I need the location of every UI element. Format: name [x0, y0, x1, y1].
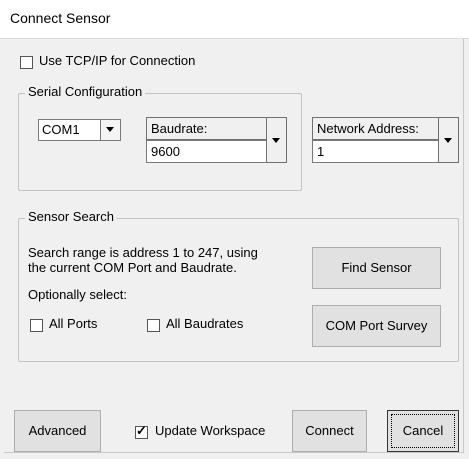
- network-address-header: Network Address:: [312, 117, 439, 140]
- sensor-search-title: Sensor Search: [25, 209, 117, 224]
- com-port-dropdown-button[interactable]: [100, 120, 120, 140]
- update-workspace-label[interactable]: Update Workspace: [155, 423, 265, 438]
- network-address-field[interactable]: 1: [312, 140, 439, 163]
- check-icon: ✓: [136, 423, 147, 438]
- search-description-line2: the current COM Port and Baudrate.: [28, 260, 237, 275]
- tcp-label[interactable]: Use TCP/IP for Connection: [39, 53, 195, 68]
- update-workspace-checkbox[interactable]: ✓: [135, 423, 148, 439]
- baudrate-header-label: Baudrate:: [151, 121, 208, 136]
- baudrate-value: 9600: [151, 144, 180, 159]
- title-bar: Connect Sensor: [0, 0, 469, 39]
- search-description-line1: Search range is address 1 to 247, using: [28, 245, 258, 260]
- chevron-down-icon: [444, 138, 452, 143]
- serial-config-title: Serial Configuration: [25, 84, 146, 99]
- find-sensor-button[interactable]: Find Sensor: [312, 247, 441, 289]
- baudrate-dropdown-button[interactable]: [266, 117, 287, 163]
- baudrate-header: Baudrate:: [146, 117, 267, 140]
- connect-label: Connect: [305, 423, 354, 438]
- connect-button[interactable]: Connect: [292, 410, 367, 452]
- cancel-button[interactable]: Cancel: [387, 410, 459, 452]
- com-port-survey-label: COM Port Survey: [325, 318, 428, 333]
- optional-label: Optionally select:: [28, 287, 127, 302]
- chevron-down-icon: [106, 127, 114, 132]
- all-baudrates-checkbox[interactable]: [147, 319, 160, 332]
- network-address-header-label: Network Address:: [317, 121, 419, 136]
- com-port-value: COM1: [42, 122, 80, 137]
- com-port-survey-button[interactable]: COM Port Survey: [312, 305, 441, 347]
- all-baudrates-label[interactable]: All Baudrates: [166, 316, 243, 331]
- baudrate-field[interactable]: 9600: [146, 140, 267, 163]
- com-port-select[interactable]: COM1: [38, 119, 121, 141]
- all-ports-checkbox[interactable]: [30, 319, 43, 332]
- all-ports-label[interactable]: All Ports: [49, 316, 97, 331]
- advanced-button[interactable]: Advanced: [14, 410, 101, 452]
- chevron-down-icon: [272, 138, 280, 143]
- cancel-label: Cancel: [402, 423, 444, 438]
- tcp-checkbox[interactable]: [20, 56, 33, 69]
- network-address-dropdown-button[interactable]: [438, 117, 459, 163]
- network-address-value: 1: [317, 144, 325, 159]
- advanced-label: Advanced: [28, 423, 87, 438]
- find-sensor-label: Find Sensor: [341, 260, 412, 275]
- window-title: Connect Sensor: [10, 10, 111, 26]
